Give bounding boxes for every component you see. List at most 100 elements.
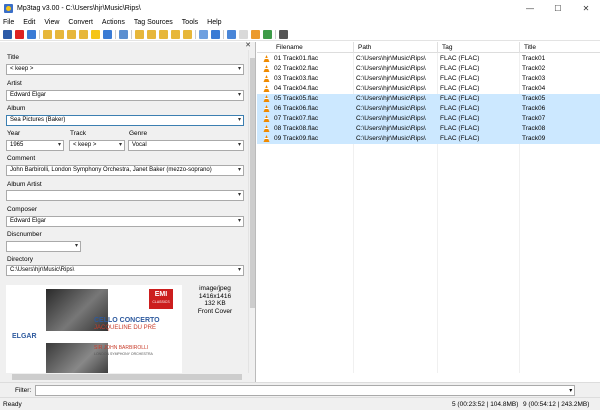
menu-tag-sources[interactable]: Tag Sources <box>134 19 173 26</box>
column-tag[interactable]: Tag <box>440 44 452 51</box>
artist-field[interactable]: Edward Elgar ▾ <box>6 90 244 101</box>
chevron-down-icon[interactable]: ▾ <box>58 141 61 150</box>
case-conversion-icon[interactable] <box>211 29 220 39</box>
cell-path: C:\Users\hjr\Music\Rips\ <box>356 75 426 82</box>
table-row[interactable]: 01 Track01.flac C:\Users\hjr\Music\Rips\ F… <box>257 54 600 64</box>
menu-convert[interactable]: Convert <box>68 19 93 26</box>
column-title[interactable]: Title <box>522 44 536 51</box>
discnumber-field[interactable]: ▾ <box>6 241 81 252</box>
add-folder-icon[interactable] <box>55 29 64 39</box>
tag-tag-icon[interactable] <box>159 29 168 39</box>
delete-icon[interactable] <box>15 29 24 39</box>
favorite-folder-icon[interactable] <box>79 29 88 39</box>
genre-field[interactable]: Vocal ▾ <box>128 140 244 151</box>
cell-title: Track08 <box>522 125 546 132</box>
table-row[interactable]: 02 Track02.flac C:\Users\hjr\Music\Rips\ F… <box>257 64 600 74</box>
chevron-down-icon[interactable]: ▾ <box>238 91 241 100</box>
vlc-cone-icon <box>263 65 270 72</box>
autonumber-icon[interactable] <box>199 29 208 39</box>
cell-tag: FLAC (FLAC) <box>440 55 480 62</box>
menu-help[interactable]: Help <box>207 19 221 26</box>
tag-file-icon[interactable] <box>135 29 144 39</box>
folder-open-icon[interactable] <box>43 29 52 39</box>
scroll-thumb[interactable] <box>250 58 255 308</box>
chevron-down-icon[interactable]: ▾ <box>238 166 241 175</box>
table-row[interactable]: 08 Track08.flac C:\Users\hjr\Music\Rips\ F… <box>257 124 600 134</box>
tag-panel-hscrollbar[interactable] <box>0 373 255 381</box>
composer-label: Composer <box>7 206 37 213</box>
chevron-down-icon[interactable]: ▾ <box>238 65 241 74</box>
album-artist-label: Album Artist <box>7 181 42 188</box>
column-path[interactable]: Path <box>356 44 371 51</box>
save-icon[interactable] <box>3 29 12 39</box>
edit-icon[interactable] <box>227 29 236 39</box>
close-button[interactable]: ✕ <box>572 0 600 16</box>
chevron-down-icon[interactable]: ▾ <box>238 266 241 275</box>
chevron-down-icon[interactable]: ▾ <box>238 116 241 125</box>
menu-actions[interactable]: Actions <box>102 19 125 26</box>
settings-icon[interactable] <box>279 29 288 39</box>
chevron-down-icon[interactable]: ▾ <box>238 141 241 150</box>
table-row[interactable]: 04 Track04.flac C:\Users\hjr\Music\Rips\ F… <box>257 84 600 94</box>
cell-tag: FLAC (FLAC) <box>440 65 480 72</box>
menu-file[interactable]: File <box>3 19 14 26</box>
musicbrainz-icon[interactable] <box>263 29 272 39</box>
filter-input[interactable]: ▾ <box>35 384 576 396</box>
web-source-icon[interactable] <box>251 29 260 39</box>
filter-icon[interactable] <box>119 29 128 39</box>
cell-path: C:\Users\hjr\Music\Rips\ <box>356 125 426 132</box>
menu-view[interactable]: View <box>44 19 59 26</box>
cover-size: 132 KB <box>204 300 226 307</box>
table-row[interactable]: 09 Track09.flac C:\Users\hjr\Music\Rips\ F… <box>257 134 600 144</box>
year-field[interactable]: 1965 ▾ <box>6 140 64 151</box>
chevron-down-icon[interactable]: ▾ <box>119 141 122 150</box>
refresh-icon[interactable] <box>103 29 112 39</box>
directory-field[interactable]: C:\Users\hjr\Music\Rips\ ▾ <box>6 265 244 276</box>
filter-label: Filter: <box>15 386 32 394</box>
cell-tag: FLAC (FLAC) <box>440 85 480 92</box>
menu-edit[interactable]: Edit <box>23 19 35 26</box>
tag-text-icon[interactable] <box>183 29 192 39</box>
directory-value: C:\Users\hjr\Music\Rips\ <box>10 267 75 273</box>
cover-art[interactable]: ELGAR EMI CLASSICS CELLO CONCERTO JACQUEL… <box>6 285 182 379</box>
undo-icon[interactable] <box>27 29 36 39</box>
file-list-header: Filename Path Tag Title <box>257 42 600 53</box>
chevron-down-icon[interactable]: ▾ <box>75 242 78 251</box>
playlist-icon[interactable] <box>67 29 76 39</box>
cell-filename: 04 Track04.flac <box>274 85 319 92</box>
table-row[interactable]: 03 Track03.flac C:\Users\hjr\Music\Rips\ F… <box>257 74 600 84</box>
chevron-down-icon[interactable]: ▾ <box>238 191 241 200</box>
menu-tools[interactable]: Tools <box>182 19 198 26</box>
close-icon[interactable]: ✕ <box>245 42 251 49</box>
artist-value: Edward Elgar <box>10 92 47 98</box>
chevron-down-icon[interactable]: ▾ <box>569 387 572 394</box>
text-tag-icon[interactable] <box>171 29 180 39</box>
year-label: Year <box>7 130 21 137</box>
album-artist-field[interactable]: ▾ <box>6 190 244 201</box>
cell-filename: 08 Track08.flac <box>274 125 319 132</box>
star-icon[interactable] <box>91 29 100 39</box>
emi-logo: EMI CLASSICS <box>149 289 173 309</box>
maximize-button[interactable]: ☐ <box>544 0 572 16</box>
column-filename[interactable]: Filename <box>274 44 303 51</box>
vlc-cone-icon <box>263 105 270 112</box>
comment-field[interactable]: John Barbirolli, London Symphony Orchest… <box>6 165 244 176</box>
menu-bar: File Edit View Convert Actions Tag Sourc… <box>0 16 600 28</box>
track-field[interactable]: < keep > ▾ <box>69 140 125 151</box>
album-field[interactable]: Sea Pictures (Baker) ▾ <box>6 115 244 126</box>
cell-tag: FLAC (FLAC) <box>440 115 480 122</box>
cell-tag: FLAC (FLAC) <box>440 125 480 132</box>
table-row[interactable]: 06 Track06.flac C:\Users\hjr\Music\Rips\ F… <box>257 104 600 114</box>
genre-label: Genre <box>129 130 148 137</box>
file-tag-icon[interactable] <box>147 29 156 39</box>
title-label: Title <box>7 54 20 61</box>
minimize-button[interactable]: — <box>516 0 544 16</box>
export-icon[interactable] <box>239 29 248 39</box>
hscroll-thumb[interactable] <box>12 374 242 380</box>
table-row[interactable]: 05 Track05.flac C:\Users\hjr\Music\Rips\ F… <box>257 94 600 104</box>
composer-field[interactable]: Edward Elgar ▾ <box>6 216 244 227</box>
table-row[interactable]: 07 Track07.flac C:\Users\hjr\Music\Rips\ F… <box>257 114 600 124</box>
tag-panel-scrollbar[interactable] <box>248 50 255 380</box>
title-field[interactable]: < keep > ▾ <box>6 64 244 75</box>
chevron-down-icon[interactable]: ▾ <box>238 217 241 226</box>
